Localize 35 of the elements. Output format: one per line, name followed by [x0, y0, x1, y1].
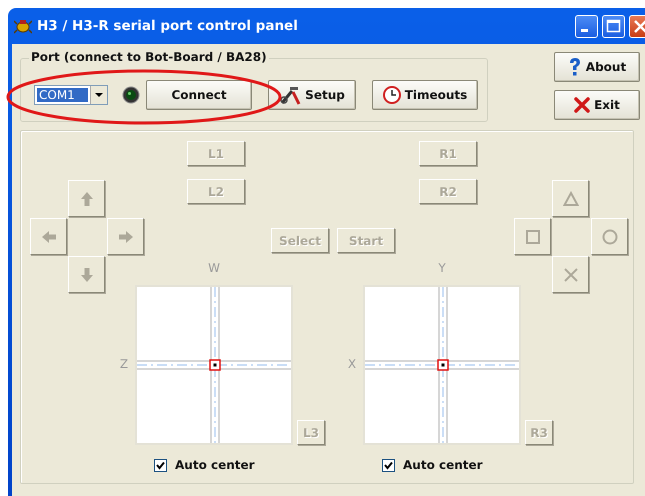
checkbox-label: Auto center	[403, 458, 483, 472]
arrow-left-icon	[40, 228, 56, 244]
exit-button[interactable]: Exit	[554, 90, 640, 120]
stick-position-marker	[437, 359, 449, 371]
axis-label: Z	[118, 357, 130, 371]
port-dropdown[interactable]: COM1	[34, 85, 108, 105]
dropdown-arrow-icon	[95, 92, 103, 98]
timeouts-button[interactable]: Timeouts	[372, 80, 478, 110]
axis-label: X	[346, 357, 358, 371]
setup-button[interactable]: Setup	[268, 80, 356, 110]
triangle-icon	[562, 190, 578, 206]
auto-center-checkbox[interactable]	[382, 458, 395, 472]
help-icon	[568, 57, 582, 77]
arrow-up-icon	[78, 190, 94, 206]
circle-icon	[602, 228, 618, 244]
axis-label: Y	[437, 261, 447, 275]
connect-button[interactable]: Connect	[146, 80, 252, 110]
window-title: H3 / H3-R serial port control panel	[37, 18, 299, 34]
axis-label: W	[207, 261, 221, 275]
square-icon	[524, 228, 540, 244]
tools-icon	[279, 84, 302, 106]
minimize-button[interactable]	[575, 14, 598, 38]
clock-icon	[382, 86, 401, 104]
close-icon	[574, 97, 590, 113]
maximize-button[interactable]	[602, 14, 625, 38]
minimize-icon	[580, 28, 588, 32]
checkbox-label: Auto center	[175, 458, 255, 472]
arrow-down-icon	[78, 266, 94, 282]
group-label: Port (connect to Bot-Board / BA28)	[29, 50, 269, 64]
about-button[interactable]: About	[554, 52, 640, 82]
arrow-right-icon	[118, 228, 134, 244]
robot-icon	[14, 18, 32, 34]
auto-center-checkbox[interactable]	[154, 458, 167, 472]
stick-position-marker	[209, 359, 221, 371]
cross-icon	[562, 266, 578, 282]
